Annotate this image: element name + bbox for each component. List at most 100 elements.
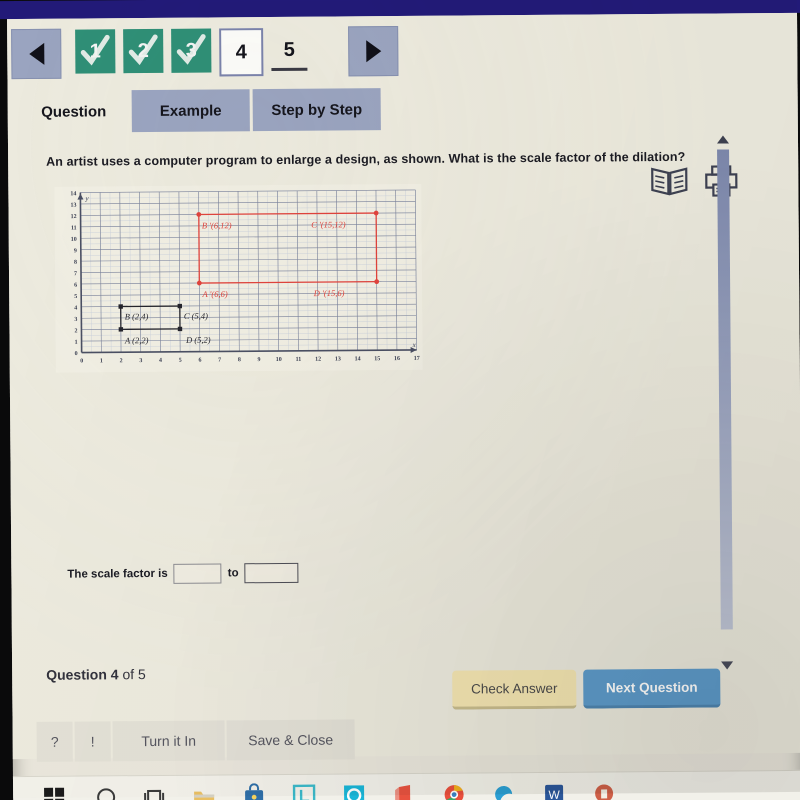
vertex-marker <box>374 279 380 285</box>
point-label: D '(15,6) <box>313 288 345 298</box>
help-button[interactable]: ? <box>36 721 73 762</box>
word-icon[interactable]: W <box>541 781 567 800</box>
question-tab-1[interactable]: 1 <box>75 29 116 74</box>
tab-question[interactable]: Question <box>28 90 120 133</box>
svg-text:7: 7 <box>74 271 77 277</box>
question-navigation: 1 2 3 4 5 <box>7 23 797 85</box>
answer-prefix-label: The scale factor is <box>67 567 168 581</box>
svg-text:11: 11 <box>71 225 77 231</box>
save-and-close-label: Save & Close <box>248 731 334 749</box>
point-label: A '(6,6) <box>201 289 228 299</box>
question-tab-4[interactable]: 4 <box>219 28 264 77</box>
scale-factor-input-1[interactable] <box>173 563 222 584</box>
vertex-marker <box>177 326 183 332</box>
lexia-app-icon[interactable] <box>291 783 317 800</box>
check-answer-button[interactable]: Check Answer <box>452 669 577 710</box>
turn-it-in-button[interactable]: Turn it In <box>112 720 225 762</box>
tab-step-by-step[interactable]: Step by Step <box>252 88 381 132</box>
point-label: C '(15,12) <box>311 219 346 229</box>
svg-text:17: 17 <box>414 356 420 362</box>
question-tab-label: 2 <box>137 39 149 62</box>
graph-svg: 012345678910111213140 1 2 3 4 5 6 7 8 9 10 11 12 13 14… <box>54 183 423 373</box>
vertex-marker <box>196 280 202 286</box>
windows-taskbar: W <box>12 769 800 800</box>
file-explorer-icon[interactable] <box>191 783 217 800</box>
point-label: B '(6,12) <box>202 220 232 230</box>
photo-of-screen: 12345 Question Example Step by Step An a… <box>0 0 800 800</box>
svg-text:2: 2 <box>74 328 77 334</box>
chrome-icon[interactable] <box>441 782 467 800</box>
svg-text:10: 10 <box>71 237 77 243</box>
chevron-left-icon <box>28 42 44 65</box>
microsoft-store-icon[interactable] <box>241 783 267 800</box>
tab-example[interactable]: Example <box>131 89 250 133</box>
point-label: C (5,4) <box>184 311 208 321</box>
bottom-action-bar: ? ! Turn it In Save & Close <box>13 716 800 762</box>
edge-icon[interactable] <box>491 781 517 800</box>
question-tab-label: 3 <box>185 39 197 62</box>
taskbar-icon-list: W <box>13 771 800 800</box>
svg-text:8: 8 <box>74 260 77 266</box>
scroll-down-arrow[interactable] <box>721 661 734 670</box>
svg-text:10: 10 <box>276 357 282 363</box>
vertex-marker <box>373 210 379 216</box>
task-view-icon[interactable] <box>141 784 167 800</box>
next-question-button[interactable]: Next Question <box>583 668 721 709</box>
svg-text:4: 4 <box>74 305 77 311</box>
scroll-up-arrow[interactable] <box>716 135 730 144</box>
save-and-close-button[interactable]: Save & Close <box>226 719 355 761</box>
question-tab-underline <box>271 67 308 72</box>
svg-text:W: W <box>548 788 560 800</box>
svg-text:8: 8 <box>238 357 241 363</box>
point-label: B (2,4) <box>125 311 149 321</box>
page-content: 12345 Question Example Step by Step An a… <box>7 12 800 800</box>
search-circle-icon[interactable] <box>93 784 119 800</box>
svg-text:1: 1 <box>75 340 78 346</box>
alert-button[interactable]: ! <box>74 721 111 762</box>
book-icon[interactable] <box>649 164 689 200</box>
screen: 12345 Question Example Step by Step An a… <box>0 0 800 800</box>
question-tab-label: 5 <box>283 38 295 61</box>
question-counter-total: 5 <box>137 666 146 683</box>
svg-text:9: 9 <box>74 248 77 254</box>
svg-text:4: 4 <box>159 358 162 364</box>
question-tab-3[interactable]: 3 <box>171 28 212 73</box>
office-o-icon[interactable] <box>341 782 367 800</box>
point-label: D (5,2) <box>185 335 211 345</box>
vertex-marker <box>196 212 202 217</box>
office-icon[interactable] <box>391 782 417 800</box>
svg-text:3: 3 <box>139 358 142 364</box>
tab-question-label: Question <box>41 102 107 121</box>
vertical-scrollbar[interactable] <box>714 135 736 670</box>
question-tab-2[interactable]: 2 <box>123 28 164 74</box>
question-tab-label: 4 <box>235 40 247 63</box>
svg-text:14: 14 <box>355 356 361 362</box>
svg-text:1: 1 <box>100 358 103 364</box>
tab-step-by-step-label: Step by Step <box>271 100 363 119</box>
next-question-arrow-button[interactable] <box>348 26 399 77</box>
answer-joiner-label: to <box>227 567 239 580</box>
help-button-label: ? <box>50 733 59 750</box>
turn-it-in-label: Turn it In <box>141 732 197 750</box>
svg-text:5: 5 <box>179 358 182 364</box>
svg-text:16: 16 <box>394 356 400 362</box>
question-tab-label: 1 <box>89 39 101 62</box>
previous-question-button[interactable] <box>11 28 62 80</box>
powerpoint-icon[interactable] <box>591 780 617 800</box>
windows-start-icon[interactable] <box>41 785 67 800</box>
alert-button-label: ! <box>90 733 95 750</box>
section-tab-list: Question Example Step by Step <box>8 85 798 197</box>
scale-factor-input-2[interactable] <box>244 562 299 584</box>
svg-text:2: 2 <box>120 358 123 364</box>
svg-text:7: 7 <box>218 357 221 363</box>
svg-text:12: 12 <box>71 214 77 220</box>
answer-row: The scale factor is to <box>67 562 299 585</box>
question-tab-list: 1 2 3 4 5 <box>7 23 797 77</box>
question-tab-5[interactable]: 5 <box>269 28 309 72</box>
svg-text:14: 14 <box>70 191 76 197</box>
question-counter: Question 4 of 5 <box>46 666 146 683</box>
point-label: A (2,2) <box>124 335 149 345</box>
question-counter-number: 4 <box>110 666 119 683</box>
svg-text:15: 15 <box>374 356 380 362</box>
svg-text:11: 11 <box>296 357 302 363</box>
